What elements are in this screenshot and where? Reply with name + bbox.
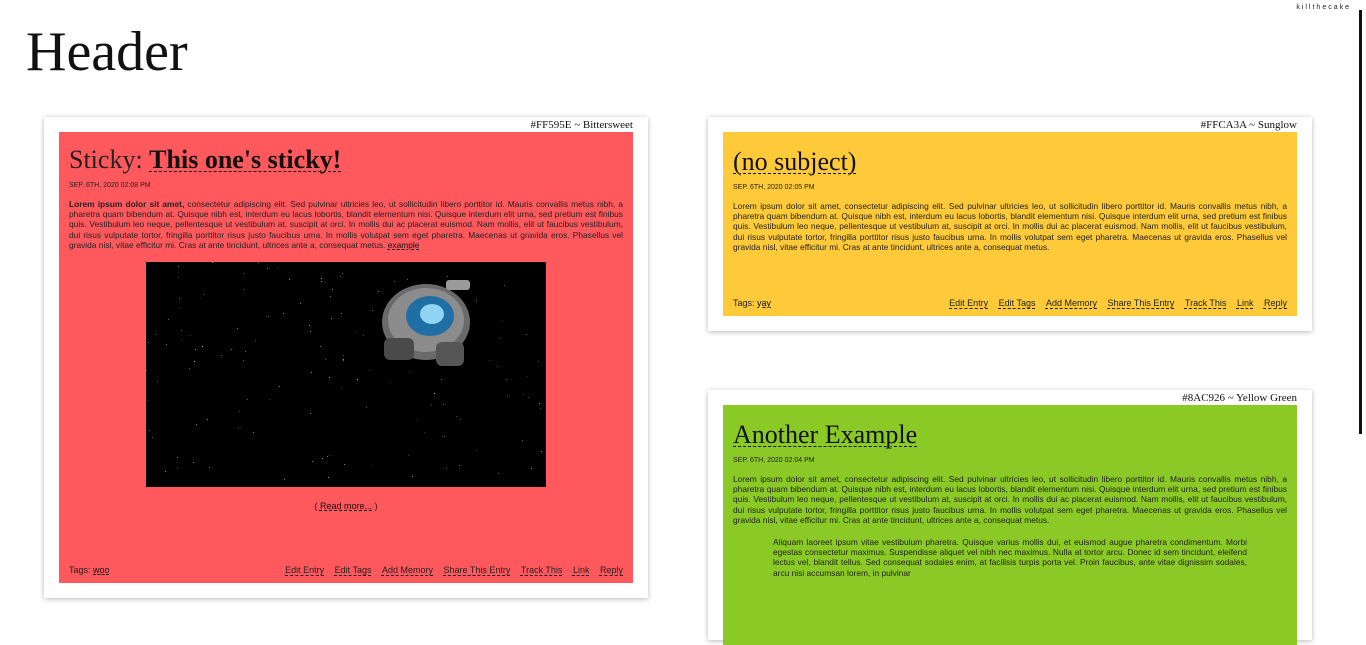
- color-label: #8AC926 ~ Yellow Green: [1182, 392, 1297, 404]
- entry-date: SEP. 6TH, 2020 02:05 PM: [733, 184, 815, 191]
- link-link[interactable]: Link: [1237, 298, 1254, 308]
- tags-label: Tags:: [69, 565, 94, 575]
- entry-title-link[interactable]: (no subject): [733, 147, 856, 176]
- site-credit[interactable]: killthecake: [1296, 4, 1351, 11]
- edit-tags-link[interactable]: Edit Tags: [335, 565, 372, 575]
- entry-date: SEP. 6TH, 2020 02:08 PM: [69, 182, 151, 189]
- robot-sphere-image: [382, 280, 470, 367]
- tags: Tags: yay: [733, 298, 771, 308]
- tags-label: Tags:: [733, 298, 758, 308]
- add-memory-link[interactable]: Add Memory: [1046, 298, 1097, 308]
- entry-title-link[interactable]: Another Example: [733, 420, 917, 449]
- track-this-link[interactable]: Track This: [1185, 298, 1227, 308]
- sticky-prefix: Sticky:: [69, 145, 150, 174]
- entry-content: Another Example SEP. 6TH, 2020 02:04 PM …: [723, 405, 1297, 645]
- link-link[interactable]: Link: [573, 565, 590, 575]
- entry-title: (no subject): [733, 146, 1287, 178]
- entry-title: Sticky: This one's sticky!: [69, 144, 623, 176]
- entry-body: Lorem ipsum dolor sit amet, consectetur …: [69, 199, 623, 250]
- reply-link[interactable]: Reply: [600, 565, 623, 575]
- paren-close: ): [372, 501, 378, 512]
- entry-footer: Tags: woo Edit Entry Edit Tags Add Memor…: [69, 565, 623, 575]
- entry-card: #FFCA3A ~ Sunglow (no subject) SEP. 6TH,…: [708, 117, 1312, 331]
- tags: Tags: woo: [69, 565, 110, 575]
- entry-content: (no subject) SEP. 6TH, 2020 02:05 PM Lor…: [723, 132, 1297, 316]
- share-entry-link[interactable]: Share This Entry: [1108, 298, 1175, 308]
- edit-entry-link[interactable]: Edit Entry: [285, 565, 324, 575]
- blockquote: Aliquam laoreet ipsum vitae vestibulum p…: [773, 537, 1247, 578]
- entry-card: #FF595E ~ Bittersweet Sticky: This one's…: [44, 117, 648, 598]
- entry-card: #8AC926 ~ Yellow Green Another Example S…: [708, 390, 1312, 645]
- color-label: #FF595E ~ Bittersweet: [530, 119, 633, 131]
- scrollbar[interactable]: [1359, 10, 1362, 434]
- read-more-link[interactable]: Read more...: [320, 501, 372, 511]
- entry-content: Sticky: This one's sticky! SEP. 6TH, 202…: [59, 132, 633, 583]
- entry-body: Lorem ipsum dolor sit amet, consectetur …: [733, 201, 1287, 252]
- page-header: Header: [26, 21, 188, 83]
- entry-title: Another Example: [733, 419, 1287, 451]
- entry-footer: Tags: yay Edit Entry Edit Tags Add Memor…: [733, 298, 1287, 308]
- entry-actions: Edit Entry Edit Tags Add Memory Share Th…: [277, 565, 623, 575]
- entry-body: Lorem ipsum dolor sit amet, consectetur …: [733, 474, 1287, 525]
- edit-entry-link[interactable]: Edit Entry: [949, 298, 988, 308]
- add-memory-link[interactable]: Add Memory: [382, 565, 433, 575]
- read-more: ( Read more... ): [69, 501, 623, 511]
- tag-link[interactable]: yay: [757, 298, 771, 308]
- track-this-link[interactable]: Track This: [521, 565, 563, 575]
- color-label: #FFCA3A ~ Sunglow: [1200, 119, 1297, 131]
- entry-title-link[interactable]: This one's sticky!: [149, 145, 341, 174]
- entry-date: SEP. 6TH, 2020 02:04 PM: [733, 457, 815, 464]
- tag-link[interactable]: woo: [93, 565, 110, 575]
- share-entry-link[interactable]: Share This Entry: [444, 565, 511, 575]
- body-bold: Lorem ipsum dolor sit amet,: [69, 199, 185, 209]
- space-image: [146, 262, 546, 488]
- edit-tags-link[interactable]: Edit Tags: [999, 298, 1036, 308]
- entry-actions: Edit Entry Edit Tags Add Memory Share Th…: [941, 298, 1287, 308]
- example-link[interactable]: example: [388, 240, 420, 250]
- reply-link[interactable]: Reply: [1264, 298, 1287, 308]
